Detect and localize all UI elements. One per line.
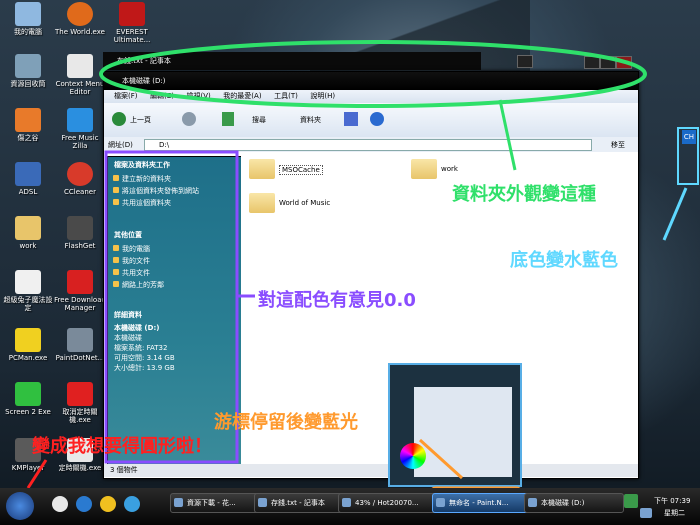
task-notepad[interactable]: 存錢.txt - 記事本 <box>254 493 350 513</box>
quicklaunch-music-icon[interactable] <box>52 496 68 512</box>
annotation-folder-look: 資料夾外觀變這種 <box>452 184 596 205</box>
clock-time[interactable]: 下午 07:39 <box>654 496 690 506</box>
green-ellipse <box>99 40 647 108</box>
tray-network-icon[interactable] <box>624 494 638 508</box>
annotation-color-scheme: 對這配色有意見0.0 <box>258 290 416 311</box>
quicklaunch-media-icon[interactable] <box>76 496 92 512</box>
task-download-progress[interactable]: 43% / Hot20070... <box>338 493 442 513</box>
task-explorer[interactable]: 本機磁碟 (D:) <box>524 493 624 513</box>
cyan-arrow <box>662 187 688 241</box>
orange-arrow <box>418 438 464 480</box>
annotation-round-button: 變成我想要得圓形啦！ <box>32 436 212 457</box>
annotation-background-color: 底色變水藍色 <box>510 250 618 271</box>
clock-day: 星期二 <box>664 509 685 517</box>
red-arrow <box>26 459 48 489</box>
quicklaunch-messenger-icon[interactable] <box>100 496 116 512</box>
tray-volume-icon[interactable] <box>640 508 652 518</box>
green-arrow <box>498 99 517 171</box>
task-paint[interactable]: 無命名 - Paint.N... <box>432 493 534 513</box>
task-download[interactable]: 資源下載 - 花... <box>170 493 266 513</box>
annotation-hover-glow: 游標停留後變藍光 <box>214 412 358 433</box>
quicklaunch-users-icon[interactable] <box>124 496 140 512</box>
start-button[interactable] <box>6 492 34 520</box>
language-bar-button[interactable]: CH <box>682 130 696 144</box>
taskbar: 資源下載 - 花... 存錢.txt - 記事本 43% / Hot20070.… <box>0 488 700 525</box>
